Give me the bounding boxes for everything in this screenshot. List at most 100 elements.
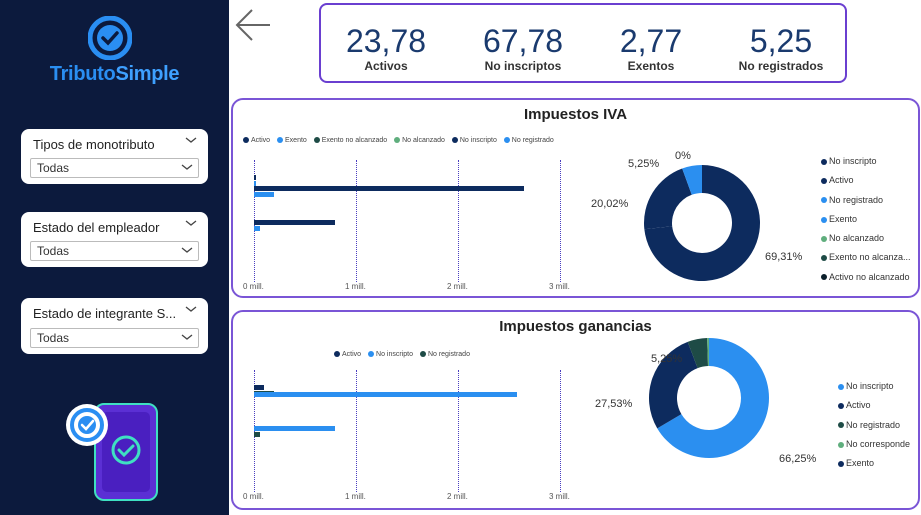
- kpi-activos: 23,78 Activos: [326, 23, 446, 73]
- chevron-down-icon: [181, 247, 193, 253]
- legend-item[interactable]: No inscripto: [451, 137, 497, 144]
- filter-title: Estado de integrante S...: [33, 306, 177, 321]
- filter-value: Todas: [37, 161, 70, 175]
- bar-no-registrado[interactable]: [254, 226, 261, 231]
- legend-item[interactable]: No alcanzado: [394, 137, 445, 144]
- legend-dot: [243, 137, 249, 144]
- legend-item[interactable]: Exento no alcanzado: [313, 137, 388, 144]
- legend-dot: [277, 137, 284, 144]
- legend-dot: [838, 383, 844, 390]
- x-tick-label: 3 mill.: [549, 282, 570, 291]
- back-arrow-icon[interactable]: [234, 8, 272, 42]
- legend-label: No registrado: [846, 419, 901, 430]
- legend-item[interactable]: Exento no alcanza...: [821, 252, 911, 271]
- kpi-value: 67,78: [482, 23, 564, 59]
- bar-no-inscripto[interactable]: [254, 186, 525, 191]
- brand-logo: TributoSimple: [0, 63, 229, 86]
- iva-donut-chart: [644, 165, 760, 281]
- chevron-down-icon: [181, 334, 193, 340]
- gridline: [458, 370, 459, 492]
- gridline: [560, 160, 561, 282]
- filter-value: Todas: [37, 244, 70, 258]
- donut-slice-activo[interactable]: [644, 168, 692, 230]
- legend-item[interactable]: Activo: [334, 351, 361, 358]
- donut-legend: No inscripto Activo No registrado Exento…: [821, 156, 911, 291]
- x-tick-label: 3 mill.: [549, 492, 570, 501]
- legend-label: Activo: [829, 175, 854, 186]
- legend-item[interactable]: Exento: [838, 458, 910, 477]
- legend-item[interactable]: Activo no alcanzado: [821, 272, 911, 291]
- gridline: [356, 370, 357, 492]
- gridline: [458, 160, 459, 282]
- legend-item[interactable]: Activo: [821, 175, 911, 194]
- kpi-value: 2,77: [619, 23, 683, 59]
- bar-no-inscripto[interactable]: [254, 220, 335, 225]
- legend-dot: [821, 158, 827, 165]
- bar-no-inscripto[interactable]: [254, 392, 518, 397]
- legend-dot: [394, 137, 401, 144]
- filter-estado-empleador: Estado del empleador Todas: [21, 212, 208, 267]
- legend-item[interactable]: Activo: [838, 400, 910, 419]
- kpi-exentos: 2,77 Exentos: [591, 23, 711, 73]
- filter-select[interactable]: Todas: [30, 158, 199, 178]
- bar-activo[interactable]: [254, 385, 265, 390]
- filter-estado-integrante: Estado de integrante S... Todas: [21, 298, 208, 354]
- panel-impuestos-iva: Impuestos IVA Activo Exento Exento no al…: [231, 98, 920, 298]
- legend-label: No inscripto: [829, 156, 877, 166]
- kpi-label: No inscriptos: [484, 59, 562, 73]
- legend-dot: [451, 137, 458, 144]
- legend-label: No registrado: [829, 194, 884, 205]
- legend-item[interactable]: No inscripto: [821, 156, 911, 175]
- legend-label: No alcanzado: [402, 137, 445, 144]
- legend-label: No inscripto: [459, 137, 497, 144]
- legend-label: Exento: [285, 137, 307, 144]
- legend-label: Activo: [846, 400, 871, 411]
- filter-select[interactable]: Todas: [30, 241, 199, 261]
- donut-label: 69,31%: [765, 251, 803, 263]
- filter-title: Estado del empleador: [33, 220, 160, 235]
- legend-item[interactable]: No inscripto: [838, 381, 910, 400]
- donut-label: 0%: [675, 150, 691, 162]
- bar-no-registrado[interactable]: [254, 432, 261, 437]
- bar-legend: Activo No inscripto No registrado: [334, 351, 475, 358]
- legend-dot: [821, 274, 827, 281]
- bar-no-inscripto[interactable]: [254, 426, 335, 431]
- gridline: [560, 370, 561, 492]
- filter-select[interactable]: Todas: [30, 328, 199, 348]
- legend-dot: [821, 197, 827, 204]
- donut-label: 5,25%: [628, 158, 660, 170]
- chevron-down-icon[interactable]: [184, 304, 198, 314]
- legend-item[interactable]: No registrado: [503, 137, 554, 144]
- kpi-label: Exentos: [627, 59, 675, 73]
- x-tick-label: 2 mill.: [447, 282, 468, 291]
- x-tick-label: 0 mill.: [243, 282, 264, 291]
- legend-item[interactable]: No inscripto: [368, 351, 413, 358]
- legend-label: No alcanzado: [829, 233, 885, 244]
- bar-activo[interactable]: [254, 175, 257, 180]
- legend-item[interactable]: No alcanzado: [821, 233, 911, 252]
- x-tick-label: 2 mill.: [447, 492, 468, 501]
- chevron-down-icon[interactable]: [184, 135, 198, 145]
- legend-item[interactable]: No registrado: [838, 420, 910, 439]
- legend-label: Exento no alcanzado: [321, 137, 388, 144]
- kpi-label: Activos: [364, 59, 408, 73]
- donut-label: 20,02%: [591, 198, 629, 210]
- legend-item[interactable]: No registrado: [419, 351, 470, 358]
- legend-item[interactable]: Activo: [243, 137, 270, 144]
- donut-label: 27,53%: [595, 398, 633, 410]
- legend-item[interactable]: No registrado: [821, 195, 911, 214]
- legend-item[interactable]: Exento: [277, 137, 307, 144]
- chevron-down-icon[interactable]: [184, 218, 198, 228]
- gridline: [356, 160, 357, 282]
- legend-label: Activo: [251, 137, 271, 144]
- legend-item[interactable]: No corresponde: [838, 439, 910, 458]
- panel-impuestos-ganancias: Impuestos ganancias Activo No inscripto …: [231, 310, 920, 510]
- legend-label: Exento: [829, 213, 858, 224]
- x-tick-label: 1 mill.: [345, 492, 366, 501]
- bar-no-registrado[interactable]: [254, 192, 275, 197]
- kpi-value: 23,78: [345, 23, 427, 59]
- brand-name-a: Tributo: [49, 63, 116, 85]
- legend-label: No inscripto: [846, 381, 894, 391]
- legend-item[interactable]: Exento: [821, 214, 911, 233]
- bar-legend: Activo Exento Exento no alcanzado No alc…: [243, 137, 559, 144]
